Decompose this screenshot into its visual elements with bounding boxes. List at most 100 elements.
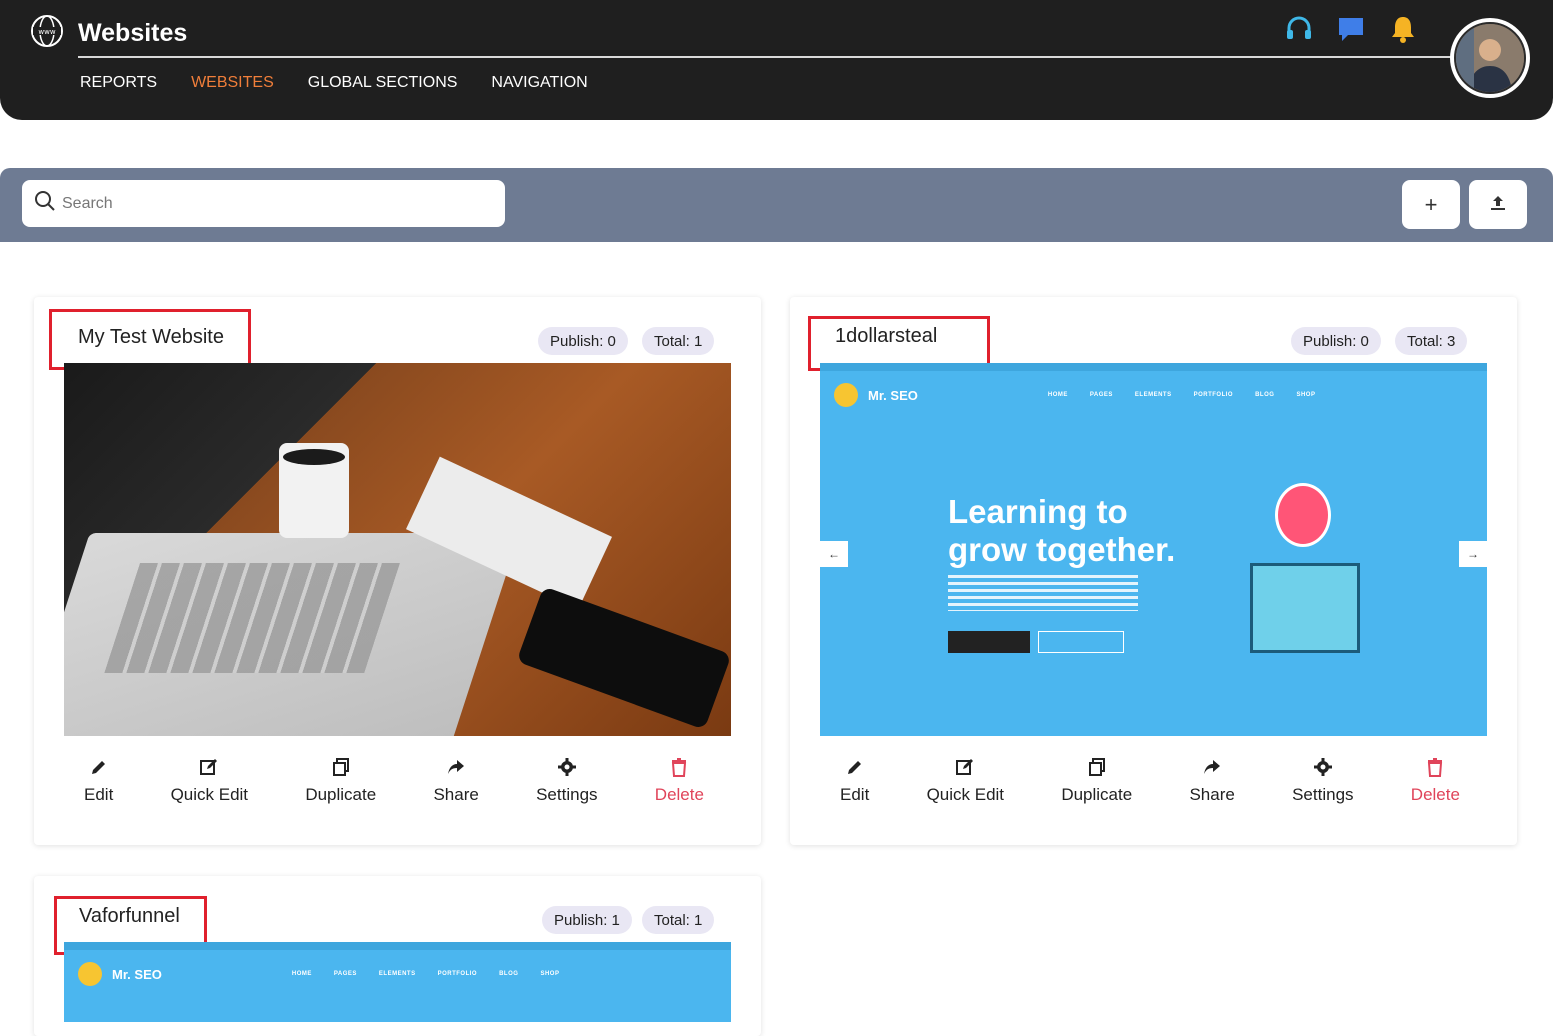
share-arrow-icon (1204, 760, 1221, 774)
share-button[interactable]: Share (433, 757, 479, 805)
hero-info-button (1038, 631, 1124, 653)
site-menu-item: HOME (1047, 392, 1068, 398)
svg-text:www: www (38, 28, 55, 36)
site-menu-item: PORTFOLIO (437, 971, 478, 977)
total-badge: Total: 3 (1395, 327, 1468, 355)
site-hero-title: Learning to grow together. (948, 493, 1175, 569)
hero-contact-button (948, 631, 1030, 653)
quick-edit-button[interactable]: Quick Edit (171, 757, 248, 805)
nav-item-global-sections[interactable]: GLOBAL SECTIONS (308, 74, 458, 92)
header-icons (1284, 14, 1418, 44)
duplicate-button[interactable]: Duplicate (1061, 757, 1132, 805)
gear-icon (557, 758, 576, 776)
edit-square-icon (200, 759, 218, 775)
plus-icon: + (1424, 191, 1438, 217)
settings-button[interactable]: Settings (536, 757, 598, 805)
header-divider (78, 56, 1458, 58)
site-menu: HOME PAGES ELEMENTS PORTFOLIO BLOG SHOP (292, 971, 560, 977)
upload-button[interactable] (1469, 180, 1527, 229)
delete-label: Delete (654, 785, 704, 804)
top-header: www Websites REPORTS WEBSITES GLOBAL SEC… (0, 0, 1553, 120)
share-label: Share (433, 785, 479, 804)
trash-icon (672, 758, 687, 777)
site-menu-item: SHOP (1296, 392, 1316, 398)
box-illustration (1250, 563, 1360, 653)
website-thumbnail[interactable]: Mr. SEO HOME PAGES ELEMENTS PORTFOLIO BL… (820, 363, 1487, 736)
publish-badge: Publish: 0 (1291, 327, 1381, 355)
main-nav: REPORTS WEBSITES GLOBAL SECTIONS NAVIGAT… (80, 74, 588, 92)
hero-line-1: Learning to (948, 493, 1128, 530)
quick-edit-button[interactable]: Quick Edit (927, 757, 1004, 805)
toolbar: + (0, 168, 1553, 242)
card-actions: Edit Quick Edit Duplicate Share Settings… (84, 757, 704, 805)
site-menu-item: PORTFOLIO (1193, 392, 1234, 398)
edit-button[interactable]: Edit (840, 757, 869, 805)
pencil-icon (847, 761, 861, 774)
delete-button[interactable]: Delete (655, 757, 704, 805)
arrow-right-icon: → (1459, 541, 1487, 567)
headset-icon[interactable] (1284, 14, 1314, 44)
share-arrow-icon (448, 760, 465, 774)
pencil-icon (91, 761, 105, 774)
site-logo-icon (78, 962, 102, 986)
website-card: 1dollarsteal Publish: 0 Total: 3 Mr. SEO… (790, 297, 1517, 845)
site-preview: Mr. SEO HOME PAGES ELEMENTS PORTFOLIO BL… (820, 363, 1487, 736)
site-menu: HOME PAGES ELEMENTS PORTFOLIO BLOG SHOP (1048, 392, 1316, 398)
phone-image (516, 586, 731, 730)
edit-label: Edit (84, 785, 114, 804)
site-preview: Mr. SEO HOME PAGES ELEMENTS PORTFOLIO BL… (64, 942, 731, 1022)
card-actions: Edit Quick Edit Duplicate Share Settings… (840, 757, 1460, 805)
site-logo-icon (834, 383, 858, 407)
hero-line-2: grow together. (948, 531, 1176, 568)
site-menu-item: PAGES (1089, 392, 1113, 398)
edit-button[interactable]: Edit (84, 757, 113, 805)
add-website-button[interactable]: + (1402, 180, 1460, 229)
site-menu-item: ELEMENTS (378, 971, 416, 977)
trash-icon (1428, 758, 1443, 777)
bell-icon[interactable] (1388, 14, 1418, 44)
hero-paragraph (948, 575, 1138, 611)
total-badge: Total: 1 (642, 906, 715, 934)
chat-icon[interactable] (1336, 14, 1366, 44)
website-card: My Test Website Publish: 0 Total: 1 Edit… (34, 297, 761, 845)
lightbulb-illustration (1275, 483, 1331, 547)
site-menu-item: PAGES (333, 971, 357, 977)
site-brand: Mr. SEO (112, 966, 162, 982)
duplicate-button[interactable]: Duplicate (305, 757, 376, 805)
site-menu-item: HOME (291, 971, 312, 977)
website-thumbnail[interactable] (64, 363, 731, 736)
publish-badge: Publish: 0 (538, 327, 628, 355)
share-button[interactable]: Share (1189, 757, 1235, 805)
duplicate-label: Duplicate (1061, 785, 1133, 804)
desk-photo (64, 363, 731, 736)
site-brand: Mr. SEO (868, 387, 918, 403)
avatar[interactable] (1450, 18, 1530, 98)
website-thumbnail[interactable]: Mr. SEO HOME PAGES ELEMENTS PORTFOLIO BL… (64, 942, 731, 1022)
publish-badge: Publish: 1 (542, 906, 632, 934)
nav-item-navigation[interactable]: NAVIGATION (491, 74, 587, 92)
edit-square-icon (956, 759, 974, 775)
delete-label: Delete (1410, 785, 1460, 804)
share-label: Share (1189, 785, 1235, 804)
settings-label: Settings (536, 785, 598, 804)
nav-item-websites[interactable]: WEBSITES (191, 74, 274, 92)
copy-icon (1088, 758, 1105, 776)
globe-www-icon: www (30, 14, 64, 53)
duplicate-label: Duplicate (305, 785, 377, 804)
quick-edit-label: Quick Edit (170, 785, 249, 804)
arrow-left-icon: ← (820, 541, 848, 567)
brand: www Websites (30, 14, 187, 53)
site-menu-item: BLOG (1255, 392, 1275, 398)
quick-edit-label: Quick Edit (926, 785, 1005, 804)
website-name[interactable]: My Test Website (49, 309, 251, 370)
upload-icon (1489, 192, 1507, 218)
site-menu-item: BLOG (499, 971, 519, 977)
search-input[interactable] (62, 194, 482, 213)
settings-button[interactable]: Settings (1292, 757, 1354, 805)
website-card: Vaforfunnel Publish: 1 Total: 1 Mr. SEO … (34, 876, 761, 1036)
search-box[interactable] (22, 180, 505, 227)
gear-icon (1313, 758, 1332, 776)
nav-item-reports[interactable]: REPORTS (80, 74, 157, 92)
edit-label: Edit (840, 785, 870, 804)
delete-button[interactable]: Delete (1411, 757, 1460, 805)
